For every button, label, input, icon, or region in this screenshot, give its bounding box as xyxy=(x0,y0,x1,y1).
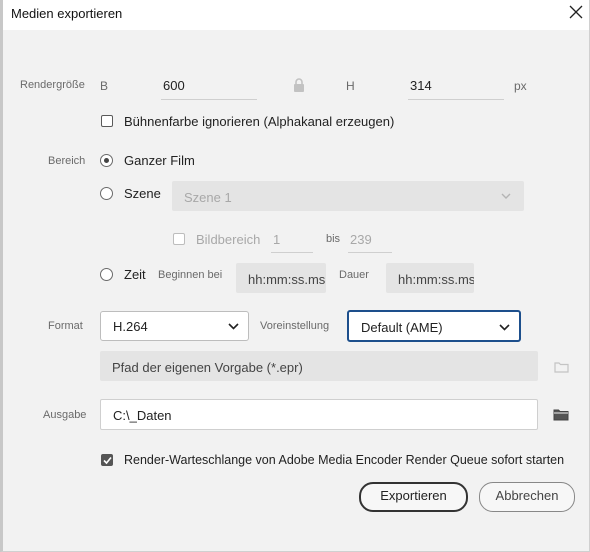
preset-select[interactable]: Default (AME) xyxy=(347,310,521,342)
height-label: H xyxy=(346,79,355,93)
duration-placeholder: hh:mm:ss.ms xyxy=(398,272,474,287)
custom-preset-placeholder: Pfad der eigenen Vorgabe (*.epr) xyxy=(112,360,303,375)
duration-field[interactable]: hh:mm:ss.ms xyxy=(386,263,474,293)
chevron-down-icon xyxy=(501,193,511,199)
to-label: bis xyxy=(326,233,341,245)
format-label: Format xyxy=(48,320,83,332)
time-radio[interactable] xyxy=(100,268,113,281)
preset-label: Voreinstellung xyxy=(260,320,330,332)
frame-range-label: Bildbereich xyxy=(196,232,261,247)
chevron-down-icon xyxy=(228,323,239,330)
chevron-down-icon xyxy=(499,324,510,331)
start-label: Beginnen bei xyxy=(158,269,223,281)
lock-icon[interactable] xyxy=(293,78,305,92)
full-movie-radio[interactable] xyxy=(100,154,113,167)
duration-label: Dauer xyxy=(339,269,369,281)
scene-radio[interactable] xyxy=(100,187,113,200)
width-value: 600 xyxy=(163,78,185,93)
width-label: B xyxy=(100,79,109,93)
frame-from-field[interactable]: 1 xyxy=(271,228,313,253)
output-path-field[interactable]: C:\_Daten xyxy=(100,399,538,430)
output-label: Ausgabe xyxy=(43,409,87,421)
render-queue-checkbox[interactable] xyxy=(101,454,113,466)
export-media-dialog: Medien exportieren Rendergröße B 600 H 3… xyxy=(0,0,590,552)
start-time-placeholder: hh:mm:ss.ms xyxy=(248,272,326,287)
custom-preset-path-field[interactable]: Pfad der eigenen Vorgabe (*.epr) xyxy=(100,351,538,381)
start-time-field[interactable]: hh:mm:ss.ms xyxy=(236,263,326,293)
scene-select[interactable]: Szene 1 xyxy=(172,181,524,211)
frame-to-field[interactable]: 239 xyxy=(348,228,392,253)
export-button[interactable]: Exportieren xyxy=(359,482,468,512)
render-queue-label: Render-Warteschlange von Adobe Media Enc… xyxy=(124,453,565,467)
format-value: H.264 xyxy=(113,319,148,334)
title-bar: Medien exportieren xyxy=(3,0,589,30)
preset-value: Default (AME) xyxy=(361,320,443,335)
frame-range-checkbox[interactable] xyxy=(173,233,185,245)
output-path-value: C:\_Daten xyxy=(113,408,172,423)
cancel-button[interactable]: Abbrechen xyxy=(479,482,575,512)
render-size-label: Rendergröße xyxy=(20,79,85,91)
scene-label: Szene xyxy=(124,186,161,201)
time-label: Zeit xyxy=(124,267,146,282)
width-field[interactable]: 600 xyxy=(161,74,257,100)
range-label: Bereich xyxy=(48,155,86,167)
close-icon[interactable] xyxy=(569,5,583,19)
stage-color-label: Bühnenfarbe ignorieren (Alphakanal erzeu… xyxy=(124,114,395,129)
checkmark-icon xyxy=(103,456,112,465)
folder-icon[interactable] xyxy=(553,408,569,421)
scene-select-value: Szene 1 xyxy=(184,190,232,205)
dialog-title: Medien exportieren xyxy=(11,6,123,21)
stage-color-checkbox[interactable] xyxy=(101,115,113,127)
height-field[interactable]: 314 xyxy=(408,74,504,100)
unit-label: px xyxy=(514,79,527,93)
full-movie-label: Ganzer Film xyxy=(124,153,195,168)
frame-from-value: 1 xyxy=(273,232,281,247)
format-select[interactable]: H.264 xyxy=(100,311,249,341)
frame-to-value: 239 xyxy=(350,232,372,247)
height-value: 314 xyxy=(410,78,432,93)
folder-icon[interactable] xyxy=(554,361,569,373)
